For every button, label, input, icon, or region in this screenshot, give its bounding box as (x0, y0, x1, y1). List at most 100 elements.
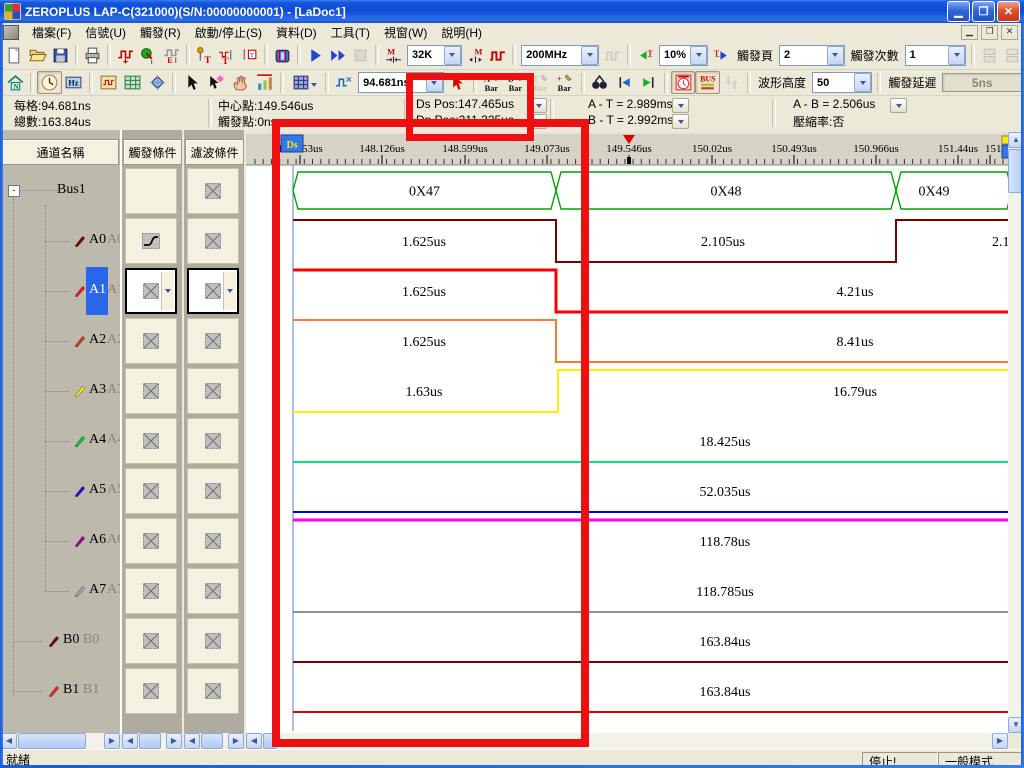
menu-item-5[interactable]: 工具(T) (324, 23, 377, 42)
trigger-condition-cell-A2[interactable] (125, 318, 177, 364)
filter-condition-cell-A0[interactable] (187, 218, 239, 264)
vertical-scroll-thumb[interactable] (1008, 149, 1024, 193)
trigger-condition-cell-A7[interactable] (125, 568, 177, 614)
scroll-thumb[interactable] (139, 733, 161, 749)
trigger-position-combo[interactable]: 10% (659, 45, 708, 66)
prev-transition-button[interactable] (612, 71, 636, 94)
info-dropdown-button[interactable] (530, 114, 547, 129)
memory-page-prev-button[interactable]: M (382, 44, 405, 67)
scroll-right-button[interactable]: ▶ (992, 733, 1008, 749)
text-trigger-button[interactable]: T (238, 44, 261, 67)
dropdown-button[interactable] (426, 73, 443, 92)
channel-label-A1[interactable]: A1 (89, 282, 106, 298)
pulse-trigger-button[interactable]: T (215, 44, 238, 67)
menu-item-2[interactable]: 觸發(R) (133, 23, 188, 42)
dropdown-button[interactable] (690, 46, 707, 65)
pattern-display-combo-button[interactable] (287, 71, 322, 94)
zoom-tool-button[interactable] (332, 71, 356, 94)
trigger-condition-cell-A3[interactable] (125, 368, 177, 414)
trigger-count-combo[interactable]: 1 (905, 45, 967, 66)
save-file-button[interactable] (49, 44, 72, 67)
filter-condition-cell-A7[interactable] (187, 568, 239, 614)
trigger-page-combo[interactable]: 2 (779, 45, 845, 66)
signal-filter-button[interactable] (137, 44, 160, 67)
channel-label-A6[interactable]: A6 (89, 532, 106, 548)
cell-dropdown-button[interactable] (223, 272, 236, 310)
filter-condition-cell-A1[interactable] (187, 268, 239, 314)
trigger-pos-left-button[interactable]: T (634, 44, 657, 67)
dropdown-button[interactable] (444, 46, 461, 65)
add-bar-button[interactable]: +Bar (553, 71, 577, 94)
channel-panel-scrollbar[interactable]: ◀ ▶ (1, 733, 120, 749)
info-dropdown-button[interactable] (890, 98, 907, 113)
filter-condition-cell-A6[interactable] (187, 518, 239, 564)
channel-label-Bus1[interactable]: Bus1 (57, 182, 86, 198)
cell-dropdown-button[interactable] (161, 272, 174, 310)
waveform-area[interactable]: 147.653us148.126us148.599us149.073us149.… (246, 132, 1008, 733)
scroll-thumb[interactable] (201, 733, 223, 749)
scroll-down-button[interactable]: ▼ (1008, 717, 1024, 733)
waveform-height-combo[interactable]: 50 (812, 72, 872, 93)
measure-tool-button[interactable] (252, 71, 276, 94)
menu-item-7[interactable]: 說明(H) (434, 23, 489, 42)
scroll-right-button[interactable]: ▶ (104, 733, 120, 749)
trigger-condition-cell-A0[interactable] (125, 218, 177, 264)
open-file-button[interactable] (26, 44, 49, 67)
scroll-right-button[interactable]: ▶ (228, 733, 244, 749)
bar-trigger-button[interactable]: T (193, 44, 216, 67)
channel-label-A4[interactable]: A4 (89, 432, 106, 448)
channel-label-A0[interactable]: A0 (89, 232, 106, 248)
scroll-left-button[interactable]: ◀ (122, 733, 138, 749)
select-tool-button[interactable] (204, 71, 228, 94)
mdi-minimize-button[interactable]: ▁ (961, 25, 978, 40)
print-button[interactable] (81, 44, 104, 67)
find-button[interactable] (588, 71, 612, 94)
show-time-button[interactable] (671, 71, 695, 94)
filter-condition-cell-Bus1[interactable] (187, 168, 239, 214)
zoom-scale-combo[interactable]: 94.681ns (358, 72, 444, 93)
timing-mode-button[interactable] (37, 71, 61, 94)
home-button[interactable]: N (3, 71, 27, 94)
waveform-window-button[interactable] (96, 71, 120, 94)
scroll-left-button[interactable]: ◀ (1, 733, 17, 749)
info-dropdown-button[interactable] (530, 98, 547, 113)
channel-label-A2[interactable]: A2 (89, 332, 106, 348)
waveform-vertical-scrollbar[interactable]: ▲ ▼ (1008, 132, 1024, 733)
hand-tool-button[interactable] (228, 71, 252, 94)
info-dropdown-button[interactable] (672, 98, 689, 113)
trigger-condition-cell-Bus1[interactable] (125, 168, 177, 214)
close-button[interactable]: ✕ (997, 1, 1020, 22)
internal-clock-button[interactable] (487, 44, 510, 67)
scroll-up-button[interactable]: ▲ (1008, 132, 1024, 148)
menu-item-4[interactable]: 資料(D) (269, 23, 324, 42)
minimize-button[interactable]: ▁ (947, 1, 970, 22)
channel-label-A5[interactable]: A5 (89, 482, 106, 498)
hotkey-cursor-button[interactable] (446, 71, 470, 94)
menu-item-3[interactable]: 啟動/停止(S) (188, 23, 269, 42)
scroll-right-button[interactable]: ▶ (166, 733, 182, 749)
menu-item-1[interactable]: 信號(U) (78, 23, 133, 42)
filter-condition-cell-A4[interactable] (187, 418, 239, 464)
filter-column-scrollbar[interactable]: ◀ ▶ (184, 733, 244, 749)
dropdown-button[interactable] (948, 46, 965, 65)
dropdown-button[interactable] (581, 46, 598, 65)
restore-button[interactable]: ❐ (972, 1, 995, 22)
channel-label-B1[interactable]: B1 (63, 682, 79, 698)
waveform-scrollbar[interactable]: ◀ ▶ (246, 733, 1008, 749)
a-bar-button[interactable]: ABar (480, 71, 504, 94)
trigger-pos-right-button[interactable]: T (710, 44, 733, 67)
run-button[interactable] (304, 44, 327, 67)
tree-expand-button[interactable]: - (8, 185, 20, 197)
memory-page-next-button[interactable]: M (464, 44, 487, 67)
dropdown-button[interactable] (854, 73, 871, 92)
scroll-thumb[interactable] (18, 733, 86, 749)
menu-item-6[interactable]: 視窗(W) (377, 23, 434, 42)
sampling-depth-combo[interactable]: 32K (407, 45, 462, 66)
navigator-window-button[interactable] (145, 71, 169, 94)
channel-label-B0[interactable]: B0 (63, 632, 79, 648)
sampling-setup-button[interactable] (114, 44, 137, 67)
bus-view-button[interactable]: BUS (695, 71, 719, 94)
pulse-width-button[interactable]: E (160, 44, 183, 67)
filter-condition-cell-A2[interactable] (187, 318, 239, 364)
next-transition-button[interactable] (637, 71, 661, 94)
